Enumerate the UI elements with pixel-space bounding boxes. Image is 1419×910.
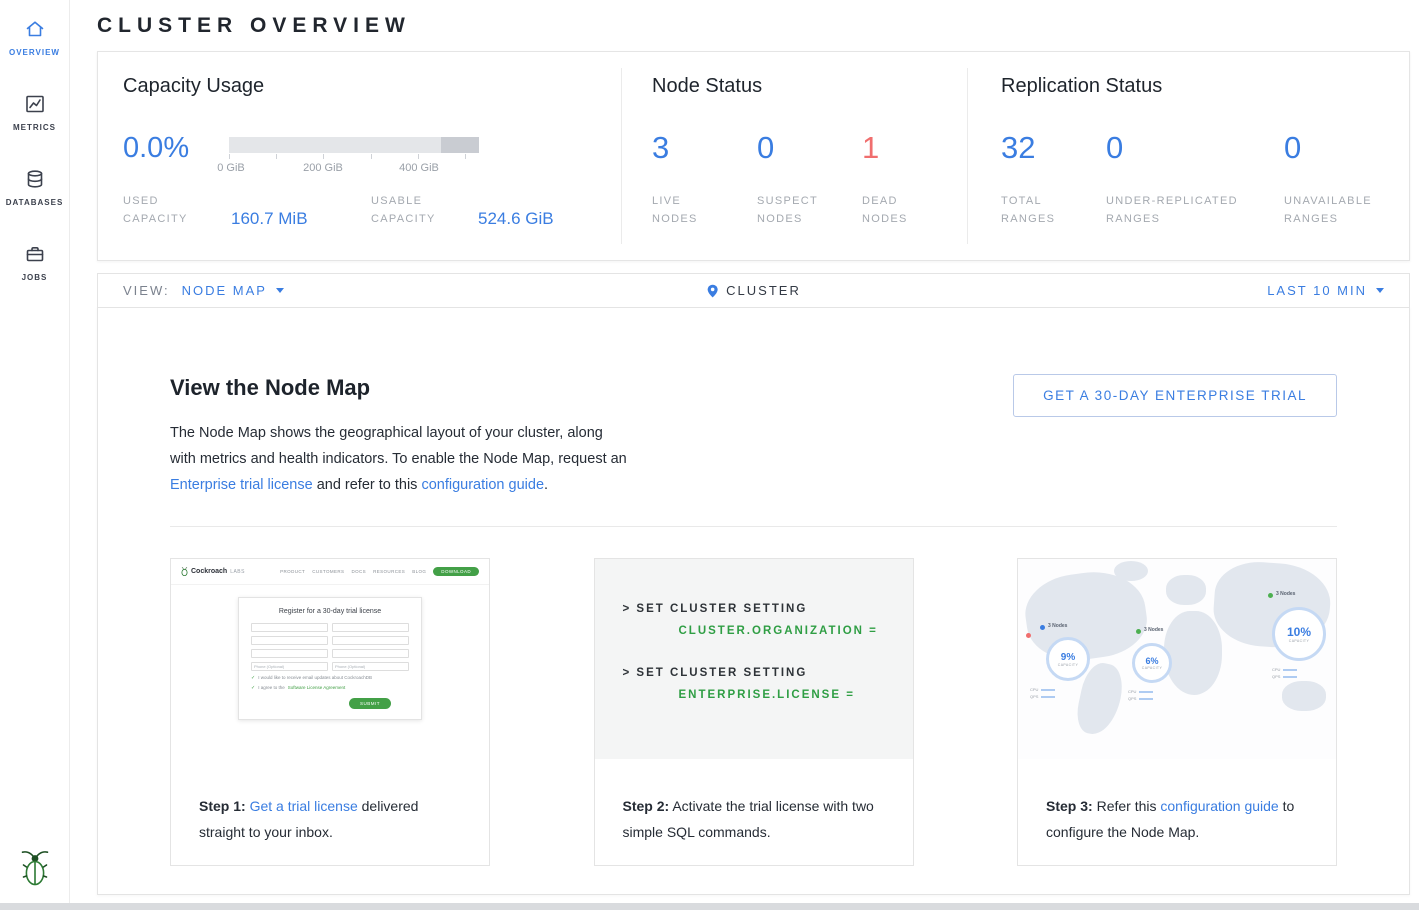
step-1-caption: Step 1: Get a trial license delivered st… (171, 759, 489, 845)
cockroachdb-logo (20, 847, 50, 894)
page-bottom-edge (0, 903, 1419, 910)
axis-tick-label: 0 GiB (217, 162, 245, 174)
sidebar-item-label: DATABASES (6, 198, 64, 207)
configuration-guide-link[interactable]: configuration guide (1160, 798, 1278, 814)
dead-node-dot (1026, 633, 1031, 638)
home-icon (24, 18, 46, 40)
step-2-caption: Step 2: Activate the trial license with … (595, 759, 913, 845)
node-map-card: View the Node Map The Node Map shows the… (97, 307, 1410, 895)
cockroach-labs-mini-logo: CockroachLABS (181, 567, 245, 576)
sidebar-item-overview[interactable]: OVERVIEW (0, 18, 69, 57)
page-title: CLUSTER OVERVIEW (97, 14, 1410, 38)
step-2-card: > SET CLUSTER SETTING CLUSTER.ORGANIZATI… (594, 558, 914, 866)
cluster-breadcrumb[interactable]: CLUSTER (706, 283, 801, 298)
view-label: VIEW: (123, 283, 170, 298)
capacity-gauge: 6% CAPACITY (1132, 643, 1172, 683)
capacity-usage-title: Capacity Usage (123, 75, 621, 98)
used-capacity-value: 160.7 MiB (231, 209, 371, 228)
sidebar: OVERVIEW METRICS DATABASES JOBS (0, 0, 70, 910)
sidebar-item-label: OVERVIEW (9, 48, 60, 57)
sql-commands-snippet: > SET CLUSTER SETTING CLUSTER.ORGANIZATI… (595, 559, 913, 759)
dead-nodes-stat: 1 DEADNODES (862, 132, 967, 228)
axis-tick-label: 200 GiB (303, 162, 343, 174)
mini-site-nav: PRODUCT CUSTOMERS DOCS RESOURCES BLOG DO… (280, 567, 479, 576)
configuration-guide-link[interactable]: configuration guide (421, 477, 544, 493)
suspect-nodes-stat: 0 SUSPECTNODES (757, 132, 862, 228)
live-node-dot (1040, 625, 1045, 630)
unavailable-ranges-stat: 0 UNAVAILABLERANGES (1284, 132, 1372, 228)
time-range-selector[interactable]: LAST 10 MIN (1267, 283, 1409, 298)
sidebar-item-label: JOBS (22, 273, 48, 282)
replication-status-title: Replication Status (1001, 75, 1409, 98)
content-divider (170, 526, 1337, 527)
capacity-gauge: 9% CAPACITY (1046, 637, 1090, 681)
under-replicated-ranges-stat: 0 UNDER-REPLICATEDRANGES (1106, 132, 1284, 228)
admin-ui: OVERVIEW METRICS DATABASES JOBS (0, 0, 1419, 910)
main-content: CLUSTER OVERVIEW Capacity Usage 0.0% 0 G… (70, 0, 1419, 910)
enterprise-trial-button[interactable]: GET A 30-DAY ENTERPRISE TRIAL (1013, 374, 1337, 417)
node-status-title: Node Status (652, 75, 967, 98)
capacity-bar (229, 137, 479, 153)
chevron-down-icon (276, 288, 284, 293)
mini-download-button: DOWNLOAD (433, 567, 479, 576)
view-selector-dropdown[interactable]: NODE MAP (182, 283, 284, 298)
step-1-card: CockroachLABS PRODUCT CUSTOMERS DOCS RES… (170, 558, 490, 866)
metrics-icon (24, 93, 46, 115)
get-trial-license-link[interactable]: Get a trial license (250, 798, 358, 814)
live-node-dot (1268, 593, 1273, 598)
view-bar: VIEW: NODE MAP CLUSTER LAST 10 MIN (97, 273, 1410, 307)
total-ranges-stat: 32 TOTALRANGES (1001, 132, 1106, 228)
enterprise-trial-license-link[interactable]: Enterprise trial license (170, 477, 313, 493)
sidebar-item-databases[interactable]: DATABASES (0, 168, 69, 207)
trial-signup-screenshot: CockroachLABS PRODUCT CUSTOMERS DOCS RES… (171, 559, 489, 759)
live-nodes-stat: 3 LIVENODES (652, 132, 757, 228)
capacity-bar-reserved-segment (441, 137, 479, 153)
usable-capacity-label: USABLECAPACITY (371, 192, 478, 228)
live-node-dot (1136, 629, 1141, 634)
trial-registration-form: Register for a 30-day trial license Phon… (238, 597, 422, 720)
node-map-description: The Node Map shows the geographical layo… (170, 420, 630, 498)
step-3-card: 3 Nodes 9% CAPACITY CPU QPS 3 Nodes (1017, 558, 1337, 866)
node-map-preview: 3 Nodes 9% CAPACITY CPU QPS 3 Nodes (1018, 559, 1336, 759)
replication-status-section: Replication Status 32 TOTALRANGES 0 UNDE… (968, 52, 1409, 260)
capacity-gauge: 10% CAPACITY (1272, 607, 1326, 661)
capacity-usage-section: Capacity Usage 0.0% 0 GiB 200 GiB 400 Gi… (98, 52, 621, 260)
node-map-title: View the Node Map (170, 374, 630, 402)
axis-tick-label: 400 GiB (399, 162, 439, 174)
jobs-icon (24, 243, 46, 265)
sidebar-item-label: METRICS (13, 123, 56, 132)
capacity-bar-chart: 0 GiB 200 GiB 400 GiB (229, 137, 479, 181)
usable-capacity-value: 524.6 GiB (478, 209, 554, 228)
location-pin-icon (706, 284, 718, 298)
used-capacity-label: USEDCAPACITY (123, 192, 231, 228)
database-icon (24, 168, 46, 190)
sidebar-item-jobs[interactable]: JOBS (0, 243, 69, 282)
step-3-caption: Step 3: Refer this configuration guide t… (1018, 759, 1336, 845)
chevron-down-icon (1376, 288, 1384, 293)
sidebar-item-metrics[interactable]: METRICS (0, 93, 69, 132)
capacity-used-percent: 0.0% (123, 132, 229, 181)
cluster-summary-card: Capacity Usage 0.0% 0 GiB 200 GiB 400 Gi… (97, 51, 1410, 261)
node-status-section: Node Status 3 LIVENODES 0 SUSPECTNODES (622, 52, 967, 260)
